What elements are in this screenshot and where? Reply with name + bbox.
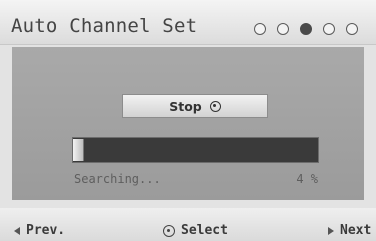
next-label: Next bbox=[340, 223, 372, 238]
step-dot-2 bbox=[277, 23, 289, 35]
footer-bar: Prev. Select Next bbox=[0, 208, 376, 241]
progress-bar bbox=[72, 137, 319, 163]
ok-icon bbox=[163, 224, 175, 237]
auto-channel-set-screen: Auto Channel Set Stop Searching... 4 % P… bbox=[0, 0, 376, 241]
progress-percent-text: 4 % bbox=[296, 172, 318, 186]
stop-button-label: Stop bbox=[169, 98, 202, 114]
page-title: Auto Channel Set bbox=[11, 15, 198, 37]
arrow-right-icon bbox=[328, 226, 334, 235]
select-label: Select bbox=[181, 223, 228, 238]
prev-label: Prev. bbox=[26, 223, 66, 238]
next-button[interactable]: Next bbox=[328, 223, 371, 238]
stop-button[interactable]: Stop bbox=[122, 94, 268, 118]
step-dot-4 bbox=[323, 23, 335, 35]
ok-icon bbox=[209, 100, 221, 112]
arrow-left-icon bbox=[14, 226, 20, 235]
prev-button[interactable]: Prev. bbox=[14, 223, 65, 238]
step-dot-1 bbox=[254, 23, 266, 35]
select-button[interactable]: Select bbox=[163, 223, 228, 238]
step-dot-3 bbox=[300, 23, 312, 35]
progress-status-text: Searching... bbox=[74, 172, 161, 186]
header-bar: Auto Channel Set bbox=[0, 0, 376, 45]
progress-fill bbox=[73, 139, 84, 161]
step-dot-5 bbox=[346, 23, 358, 35]
